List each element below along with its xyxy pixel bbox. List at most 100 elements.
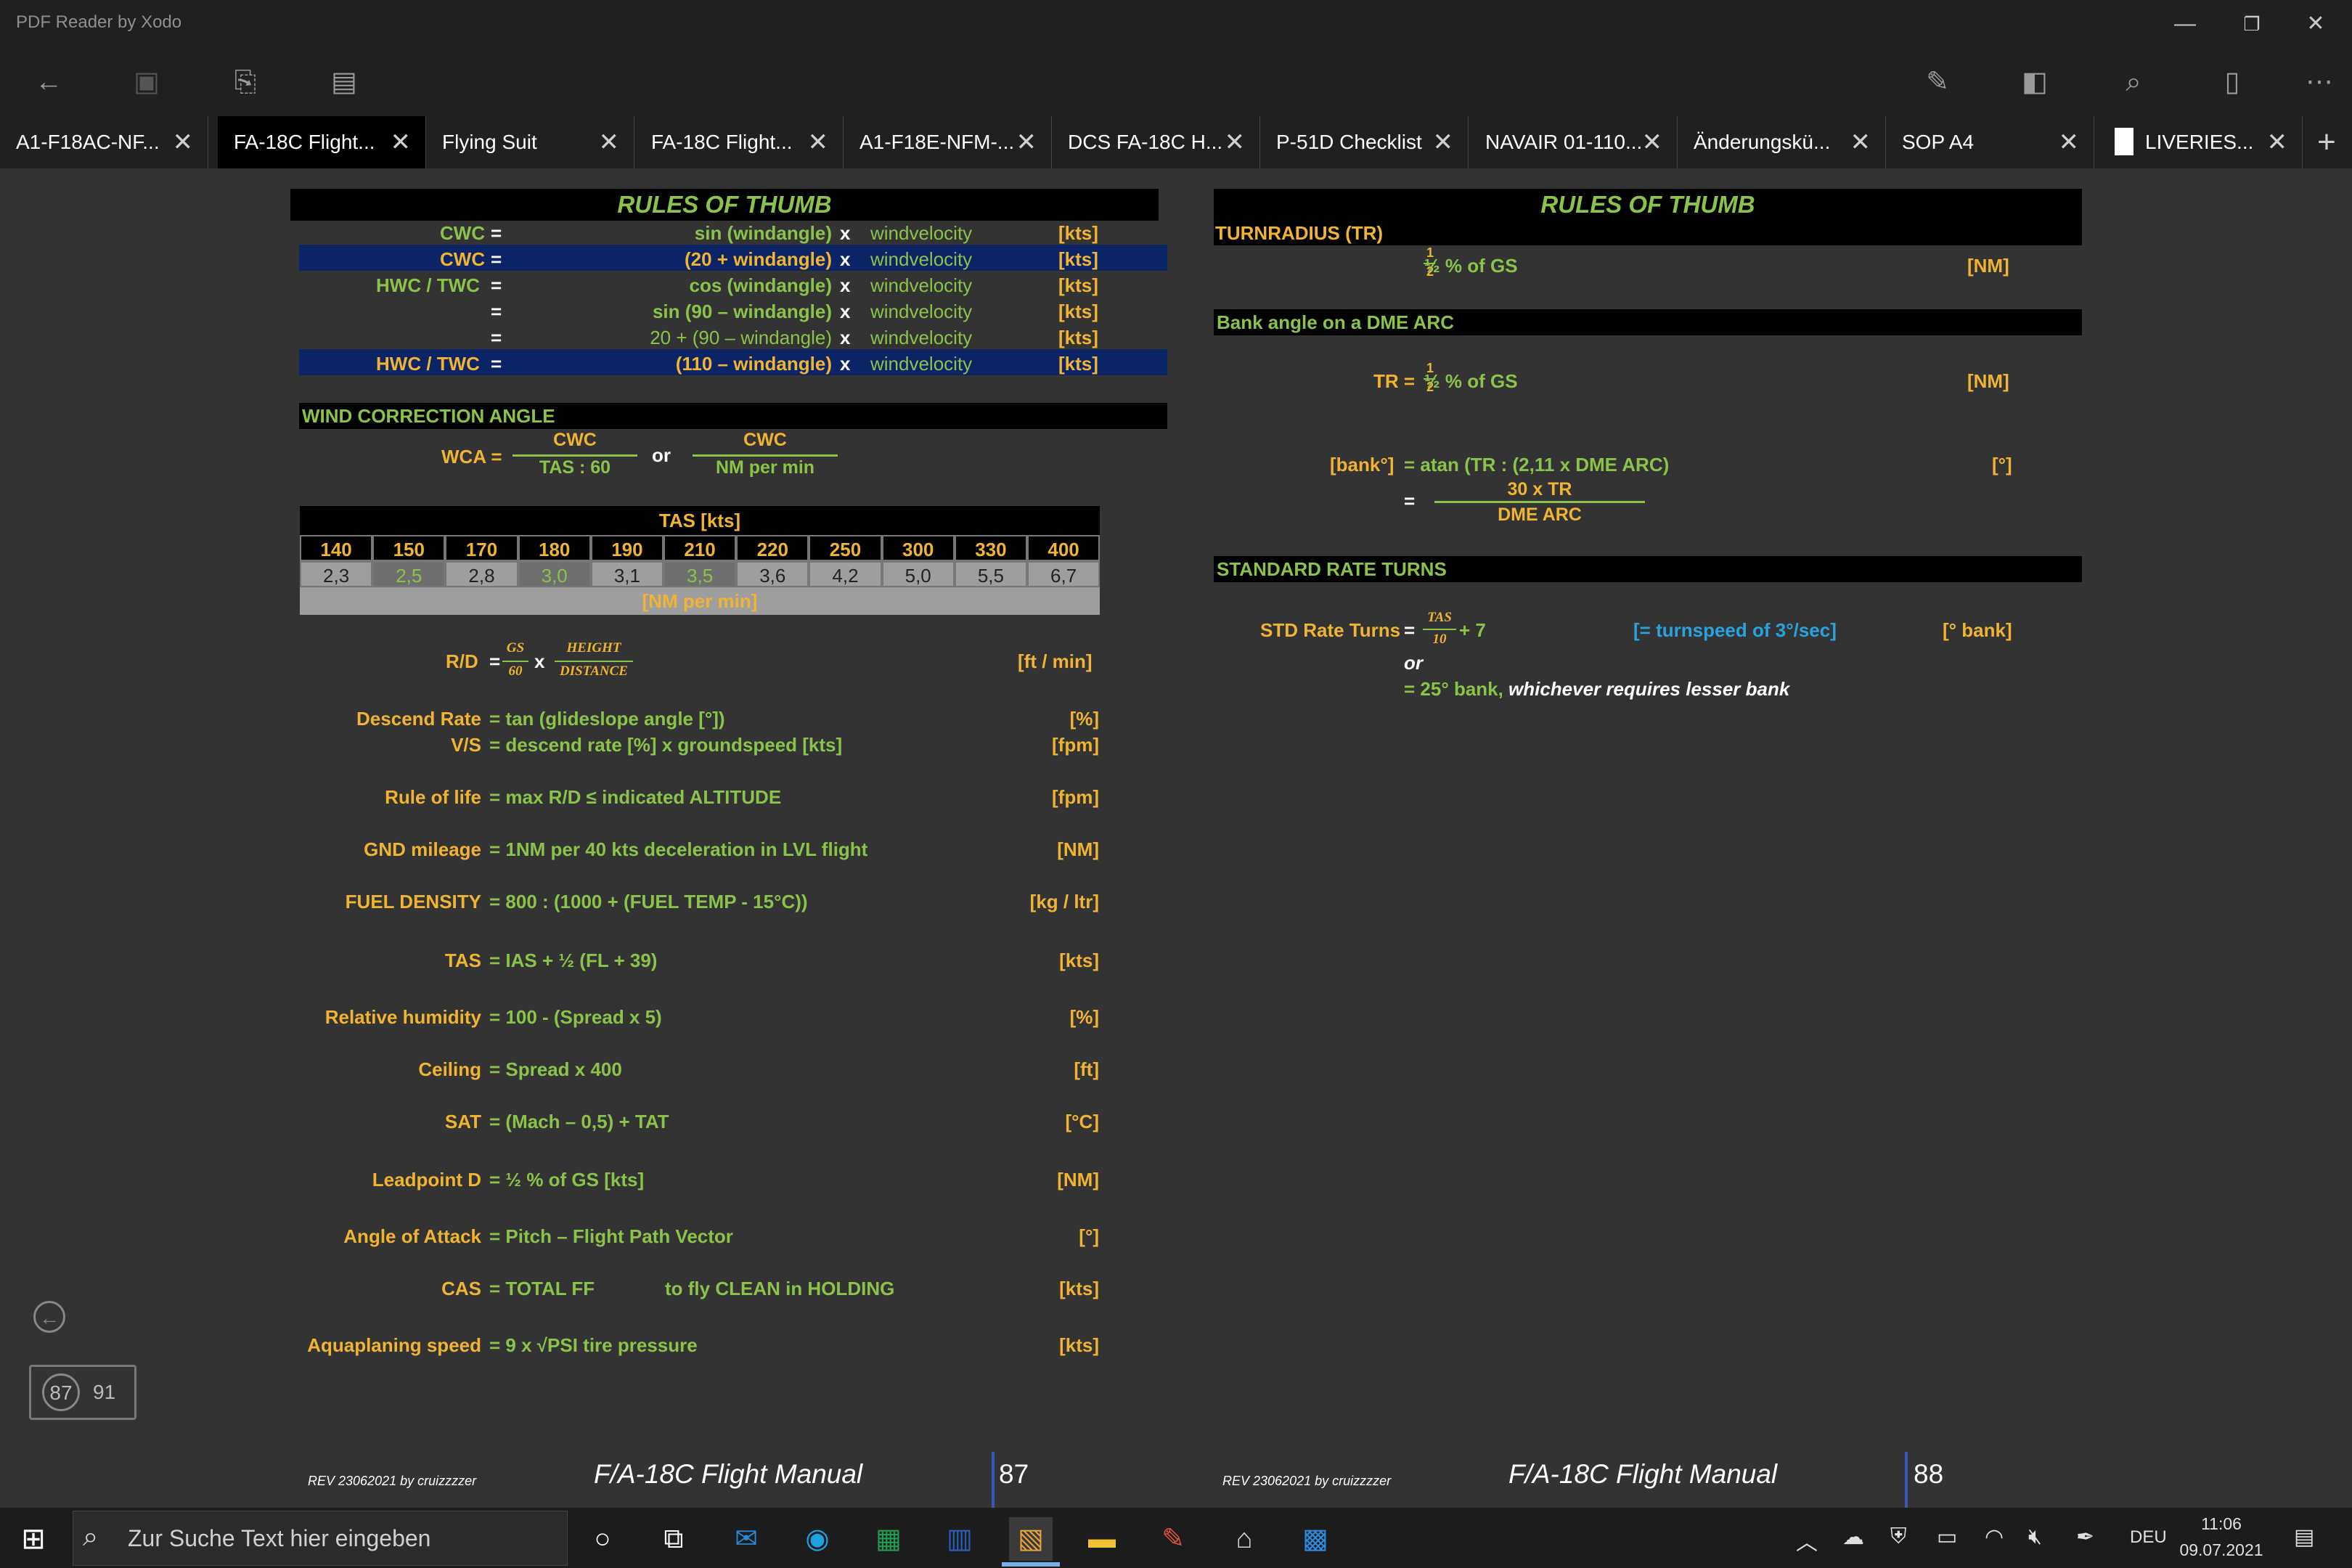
wind-row-unit: [kts] xyxy=(1058,301,1098,322)
std-note: [= turnspeed of 3°/sec] xyxy=(1633,619,1837,641)
rd-x: x xyxy=(534,650,545,672)
xodo-pdf-icon[interactable]: ▧ xyxy=(1009,1517,1053,1561)
wind-row-unit: [kts] xyxy=(1058,248,1098,270)
wind-row-unit: [kts] xyxy=(1058,327,1098,348)
word-icon[interactable]: ▥ xyxy=(938,1517,981,1561)
section-header-std-rate: STANDARD RATE TURNS xyxy=(1214,556,2082,582)
back-navigation-icon[interactable]: ← xyxy=(33,1301,65,1333)
fraction-line xyxy=(1434,501,1645,503)
tas-speed-cell: 250 xyxy=(809,535,882,561)
fraction-line xyxy=(513,454,637,457)
tas-speed-cell: 210 xyxy=(663,535,737,561)
windows-start-icon[interactable]: ⊞ xyxy=(12,1517,55,1561)
tas-nm-per-min-cell: 3,6 xyxy=(736,561,809,587)
active-app-indicator xyxy=(1002,1562,1060,1567)
mute-icon[interactable]: 🔇︎ xyxy=(2028,1524,2042,1549)
wifi-icon[interactable]: ◠ xyxy=(1985,1524,2004,1550)
std-unit: [° bank] xyxy=(1943,619,2012,641)
tas-nm-per-min-cell: 4,2 xyxy=(809,561,882,587)
wind-row-unit: [kts] xyxy=(1058,353,1098,375)
formula-unit: [kts] xyxy=(1059,950,1099,971)
wind-row-lhs: CWC xyxy=(440,222,486,244)
wind-row-x: x xyxy=(840,248,851,270)
formula-label: Angle of Attack xyxy=(343,1225,481,1247)
formula-label: Leadpoint D xyxy=(372,1169,481,1191)
formula-unit: [fpm] xyxy=(1052,786,1099,808)
footer-manual: F/A-18C Flight Manual xyxy=(594,1459,863,1489)
wind-row-eq: = xyxy=(491,274,502,296)
wca-or: or xyxy=(652,444,671,466)
tas-nm-per-min-cell: 3,5 xyxy=(663,561,737,587)
wind-row-var: windvelocity xyxy=(870,248,973,270)
formula-expression: = 9 x √PSI tire pressure xyxy=(489,1334,698,1356)
tas-speed-cell: 170 xyxy=(445,535,518,561)
wind-row-var: windvelocity xyxy=(870,274,973,296)
tray-overflow-icon[interactable]: ︿ xyxy=(1796,1524,1818,1556)
formula-label: Relative humidity xyxy=(324,1006,481,1028)
footer-page-number: 87 xyxy=(999,1459,1029,1489)
tas-table-header: TAS [kts] xyxy=(658,510,741,531)
formula-label: SAT xyxy=(444,1111,481,1132)
formula-label: Aquaplaning speed xyxy=(307,1334,481,1356)
formula-expression: = 1NM per 40 kts deceleration in LVL fli… xyxy=(489,838,868,860)
std-eq: = xyxy=(1404,619,1416,641)
task-view-icon[interactable]: ⧉ xyxy=(652,1517,695,1561)
cortana-icon[interactable]: ○ xyxy=(581,1517,624,1561)
dme-eq2: = xyxy=(1404,490,1416,512)
wind-row-x: x xyxy=(840,222,851,244)
wind-row-eq: = xyxy=(491,248,502,270)
formula-label: TAS xyxy=(444,950,481,971)
wind-row-x: x xyxy=(840,353,851,375)
formula-expression: = 100 - (Spread x 5) xyxy=(489,1006,662,1028)
current-page-number[interactable]: 87 xyxy=(42,1373,80,1411)
formula-unit: [kg / ltr] xyxy=(1029,891,1099,912)
formula-expression: = descend rate [%] x groundspeed [kts] xyxy=(489,734,843,756)
rd-eq: = xyxy=(489,650,501,672)
dme-bank-lhs: [bank°] xyxy=(1330,454,1395,475)
wind-row-fn: cos (windangle) xyxy=(689,274,832,296)
language-indicator[interactable]: DEU xyxy=(2130,1527,2167,1548)
formula-unit: [ft] xyxy=(1074,1058,1099,1080)
footer-manual: F/A-18C Flight Manual xyxy=(1508,1459,1778,1489)
formula-unit: [%] xyxy=(1069,1006,1099,1028)
std-alt-prefix: = 25° bank, xyxy=(1404,678,1503,700)
formula-expression: = Spread x 400 xyxy=(489,1058,622,1080)
edge-icon[interactable]: ◉ xyxy=(796,1517,839,1561)
std-alt-suffix: whichever requires lesser bank xyxy=(1508,678,1790,700)
footer-divider xyxy=(1905,1452,1908,1508)
pen-icon[interactable]: ✒ xyxy=(2076,1524,2094,1550)
search-icon: ⌕ xyxy=(83,1522,99,1552)
formula-expression: = max R/D ≤ indicated ALTITUDE xyxy=(489,786,782,808)
footer-rev: REV 23062021 by cruizzzzer xyxy=(308,1474,477,1488)
app-icon[interactable]: ✎ xyxy=(1151,1517,1195,1561)
formula-extra: to fly CLEAN in HOLDING xyxy=(665,1278,895,1299)
store-icon[interactable]: ⌂ xyxy=(1222,1517,1266,1561)
wca-lhs: WCA = xyxy=(441,446,502,467)
formula-label: CAS xyxy=(441,1278,481,1299)
excel-icon[interactable]: ▦ xyxy=(867,1517,910,1561)
wind-row-unit: [kts] xyxy=(1058,222,1098,244)
clock-date[interactable]: 09.07.2021 xyxy=(2178,1540,2265,1560)
formula-expression: = TOTAL FF xyxy=(489,1278,595,1299)
mail-icon[interactable]: ✉ xyxy=(724,1517,768,1561)
photos-icon[interactable]: ▩ xyxy=(1294,1517,1337,1561)
wind-row-unit: [kts] xyxy=(1058,274,1098,296)
formula-label: Ceiling xyxy=(418,1058,481,1080)
onedrive-icon[interactable]: ☁ xyxy=(1842,1524,1864,1550)
rd-num2: HEIGHT xyxy=(566,640,621,656)
wca-den1: TAS : 60 xyxy=(539,457,611,478)
tas-speed-cell: 220 xyxy=(736,535,809,561)
wind-row-eq: = xyxy=(491,327,502,348)
wind-row-lhs: CWC xyxy=(440,248,486,270)
tas-nm-per-min-cell: 5,5 xyxy=(954,561,1027,587)
tas-speed-cell: 190 xyxy=(590,535,663,561)
rd-den1: 60 xyxy=(508,663,523,679)
notifications-icon[interactable]: ▤ xyxy=(2294,1524,2314,1550)
rd-num1: GS xyxy=(506,640,525,656)
clock-time[interactable]: 11:06 xyxy=(2178,1514,2265,1534)
wind-row-fn: sin (90 – windangle) xyxy=(652,301,832,322)
file-explorer-icon[interactable]: ▬ xyxy=(1080,1517,1124,1561)
tas-nm-per-min-cell: 6,7 xyxy=(1027,561,1101,587)
security-icon[interactable]: ⛨ xyxy=(1890,1524,1907,1549)
battery-icon[interactable]: ▭ xyxy=(1937,1524,1957,1550)
